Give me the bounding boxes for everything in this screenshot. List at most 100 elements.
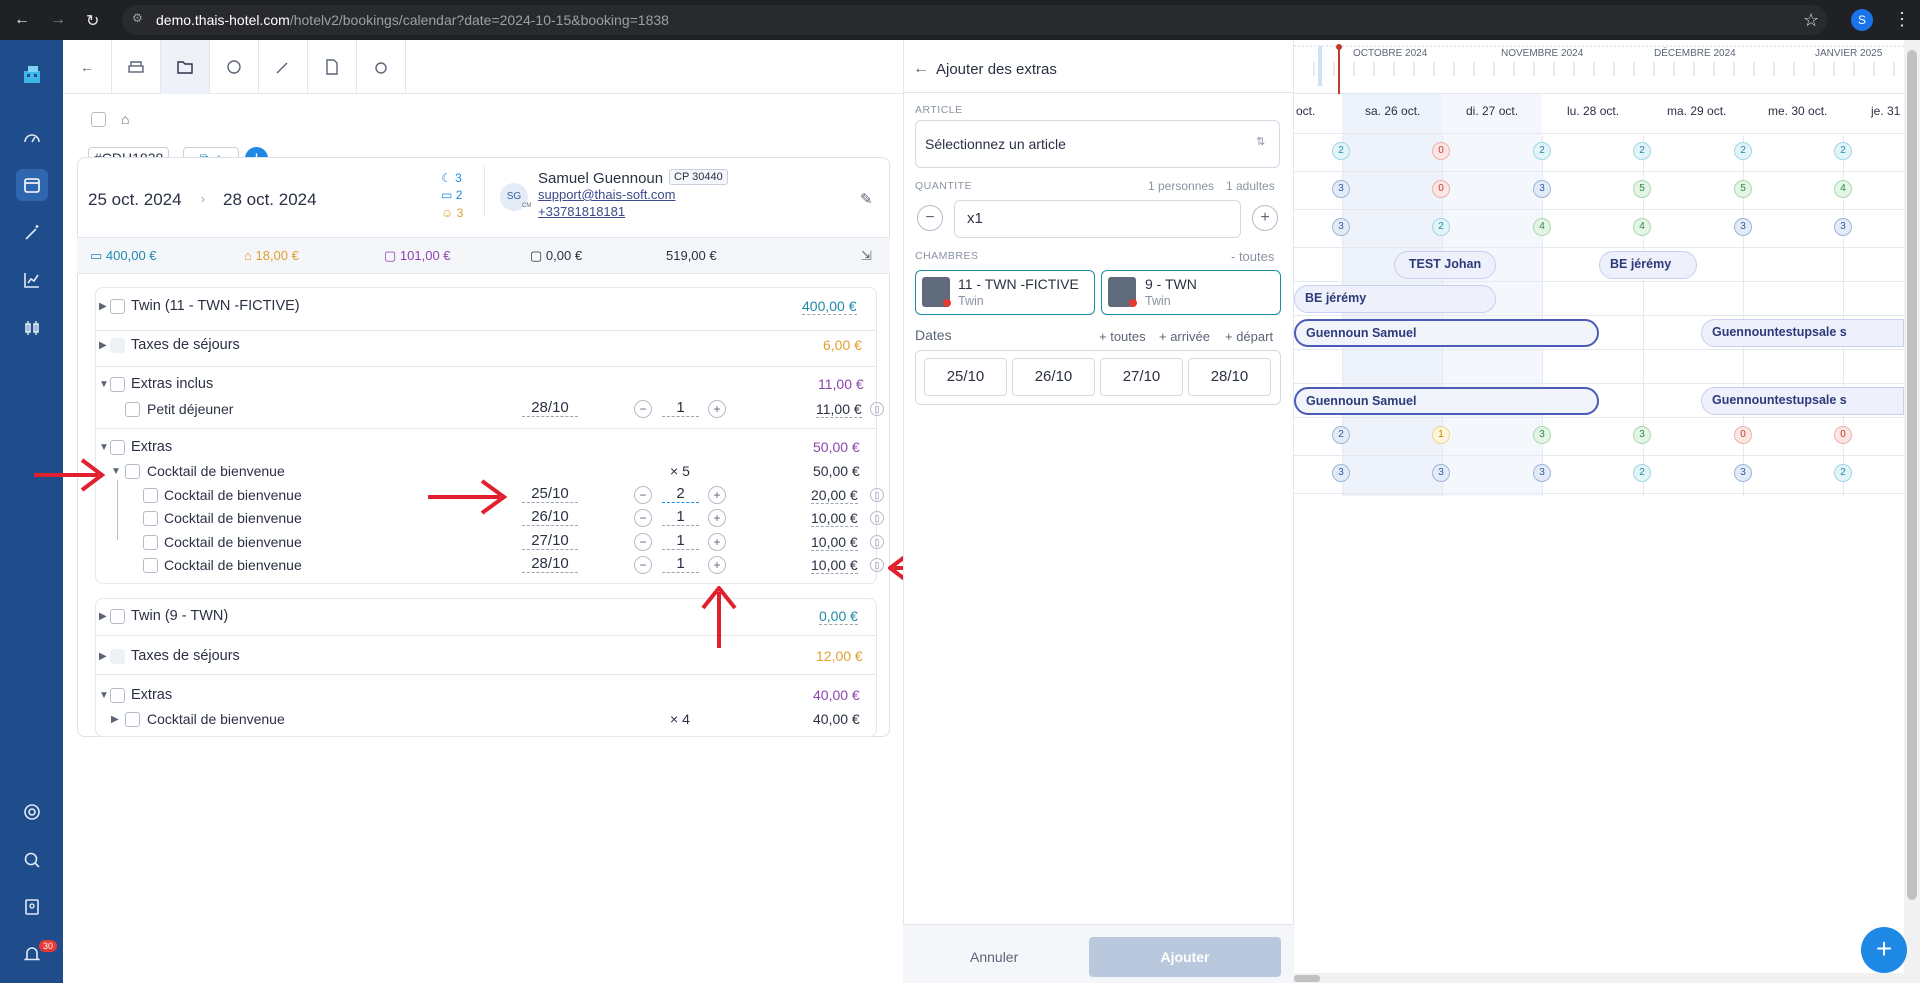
browser-menu-icon[interactable]: ⋮ (1893, 9, 1911, 30)
trash-icon[interactable]: ▯ (870, 402, 884, 416)
cocktail-line-qty-input[interactable]: 2 (662, 485, 699, 503)
tag-icon[interactable]: ⌂ (121, 111, 129, 127)
dashboard-icon[interactable] (16, 122, 48, 154)
expand-triangle-icon[interactable]: ▶ (111, 714, 119, 725)
select-all-rooms-link[interactable]: - toutes (1231, 249, 1274, 264)
inclus-checkbox[interactable] (110, 377, 125, 392)
reload-icon[interactable]: ↻ (86, 11, 99, 31)
extras-checkbox[interactable] (110, 688, 125, 703)
increment-button[interactable]: + (708, 400, 726, 418)
select-all-checkbox[interactable] (91, 112, 106, 127)
add-all-dates-link[interactable]: + toutes (1099, 329, 1146, 344)
reservation-bar[interactable]: Guennountestupsale s (1701, 387, 1904, 415)
export-invoice-icon[interactable]: ⇲ (861, 248, 872, 264)
cocktail-line-amount[interactable]: 10,00 € (811, 557, 858, 574)
calendar-icon[interactable] (16, 169, 48, 201)
expand-triangle-icon[interactable]: ▶ (99, 340, 107, 351)
room2-amount[interactable]: 0,00 € (819, 608, 858, 625)
cocktail-line-date[interactable]: 26/10 (522, 508, 578, 526)
decrement-button[interactable]: − (634, 556, 652, 574)
reservation-bar[interactable]: Guennoun Samuel (1294, 387, 1599, 415)
reservation-bar[interactable]: BE jérémy (1294, 285, 1496, 313)
cocktail-line-qty[interactable]: 1 (662, 508, 699, 526)
trash-icon[interactable]: ▯ (870, 511, 884, 525)
petit-dej-date[interactable]: 28/10 (522, 399, 578, 417)
increment-button[interactable]: + (708, 509, 726, 527)
scrollbar-thumb[interactable] (1907, 50, 1917, 900)
cocktail-line-checkbox[interactable] (143, 535, 158, 550)
cocktail-line-qty[interactable]: 1 (662, 555, 699, 573)
qty-input[interactable] (954, 200, 1241, 238)
collapse-triangle-icon[interactable]: ▼ (111, 466, 121, 477)
trash-icon[interactable]: ▯ (870, 488, 884, 502)
submit-button[interactable]: Ajouter (1089, 937, 1281, 977)
petit-dej-qty[interactable]: 1 (662, 399, 699, 417)
search-icon[interactable] (16, 844, 48, 876)
trash-icon[interactable]: ▯ (870, 535, 884, 549)
increment-button[interactable]: + (708, 533, 726, 551)
guest-phone-link[interactable]: +33781818181 (538, 204, 625, 219)
decrement-button[interactable]: − (634, 486, 652, 504)
magic-wand-icon[interactable] (16, 217, 48, 249)
room2-checkbox[interactable] (110, 609, 125, 624)
stats-icon[interactable] (16, 264, 48, 296)
back-icon[interactable]: ← (14, 11, 30, 29)
reservation-bar[interactable]: TEST Johan (1394, 251, 1496, 279)
trash-icon[interactable]: ▯ (870, 558, 884, 572)
site-settings-icon[interactable]: ⚙ (132, 11, 146, 25)
decrement-button[interactable]: − (634, 509, 652, 527)
profile-avatar[interactable]: S (1851, 9, 1873, 31)
hotel-logo-icon[interactable] (16, 58, 48, 90)
cocktail-group-checkbox[interactable] (125, 464, 140, 479)
back-arrow-button[interactable]: ← (63, 40, 112, 94)
folder-tab[interactable] (161, 40, 210, 94)
forward-icon[interactable]: → (50, 11, 66, 29)
decrement-button[interactable]: − (634, 533, 652, 551)
increment-button[interactable]: + (708, 556, 726, 574)
date-button[interactable]: 25/10 (924, 358, 1007, 396)
cocktail-line-checkbox[interactable] (143, 488, 158, 503)
horizontal-scrollbar[interactable] (1294, 973, 1904, 983)
room1-checkbox[interactable] (110, 299, 125, 314)
petit-dej-amount[interactable]: 11,00 € (816, 401, 862, 418)
cocktail-line-date[interactable]: 28/10 (522, 555, 578, 573)
guest-name[interactable]: Samuel Guennoun (538, 170, 663, 187)
cocktail-line-amount[interactable]: 20,00 € (811, 487, 858, 504)
history-tab[interactable] (357, 40, 406, 94)
petit-dej-checkbox[interactable] (125, 402, 140, 417)
date-button[interactable]: 28/10 (1188, 358, 1271, 396)
room1-amount[interactable]: 400,00 € (802, 298, 857, 315)
help-lifebuoy-icon[interactable] (16, 796, 48, 828)
cocktail-line-qty[interactable]: 1 (662, 532, 699, 550)
cocktail-line-date[interactable]: 27/10 (522, 532, 578, 550)
export-tab[interactable] (308, 40, 357, 94)
expand-triangle-icon[interactable]: ▶ (99, 301, 107, 312)
cocktail-line-amount[interactable]: 10,00 € (811, 534, 858, 551)
collapse-triangle-icon[interactable]: ▼ (99, 379, 109, 390)
bookmark-star-icon[interactable]: ☆ (1803, 10, 1819, 31)
extras-checkbox[interactable] (110, 440, 125, 455)
cocktail-line-amount[interactable]: 10,00 € (811, 510, 858, 527)
wand-tab[interactable] (259, 40, 308, 94)
cocktail-line-checkbox[interactable] (143, 511, 158, 526)
collapse-triangle-icon[interactable]: ▼ (99, 442, 109, 453)
decrement-button[interactable]: − (634, 400, 652, 418)
cocktail-line-date[interactable]: 25/10 (522, 485, 578, 503)
bed-tab[interactable] (112, 40, 161, 94)
cocktail-line-checkbox[interactable] (143, 558, 158, 573)
h-scrollbar-thumb[interactable] (1294, 975, 1320, 982)
chat-tab[interactable] (210, 40, 259, 94)
collapse-triangle-icon[interactable]: ▼ (99, 690, 109, 701)
cancel-button[interactable]: Annuler (970, 949, 1018, 965)
date-button[interactable]: 27/10 (1100, 358, 1183, 396)
add-departure-link[interactable]: + départ (1225, 329, 1273, 344)
qty-increment-button[interactable]: + (1252, 205, 1278, 231)
add-fab-button[interactable]: + (1861, 927, 1907, 973)
reservation-bar[interactable]: BE jérémy (1599, 251, 1697, 279)
address-bar[interactable]: ⚙ demo.thais-hotel.com/hotelv2/bookings/… (122, 5, 1827, 35)
increment-button[interactable]: + (708, 486, 726, 504)
cocktail-group-checkbox[interactable] (125, 712, 140, 727)
contacts-icon[interactable] (16, 891, 48, 923)
reservation-bar[interactable]: Guennountestupsale s (1701, 319, 1904, 347)
expand-triangle-icon[interactable]: ▶ (99, 611, 107, 622)
